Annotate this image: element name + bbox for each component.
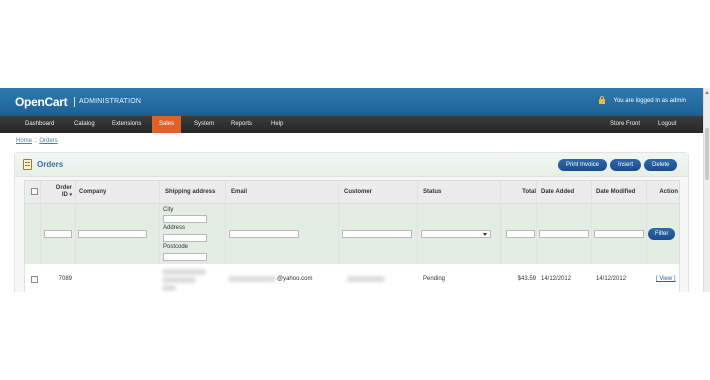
column-header-shipping-address[interactable]: Shipping address <box>165 181 229 203</box>
column-header-status[interactable]: Status <box>423 181 483 203</box>
column-header-total[interactable]: Total <box>503 181 536 203</box>
breadcrumb-orders[interactable]: Orders <box>39 138 57 144</box>
filter-order-id-input[interactable] <box>44 230 72 238</box>
filter-email-input[interactable] <box>229 230 299 238</box>
delete-button[interactable]: Delete <box>644 159 678 171</box>
filter-button[interactable]: Filter <box>648 228 676 240</box>
filter-postcode-input[interactable] <box>163 253 207 261</box>
column-header-order-id[interactable]: Order ID ▾ <box>48 181 72 203</box>
order-id-line-1: Order <box>55 185 72 191</box>
menu-item-catalog[interactable]: Catalog <box>67 116 102 133</box>
email-cell: @yahoo.com <box>277 276 313 282</box>
filter-city-label: City <box>163 207 174 213</box>
status-cell: Pending <box>423 276 446 282</box>
date-modified-cell: 14/12/2012 <box>596 276 627 282</box>
insert-button[interactable]: Insert <box>610 159 642 171</box>
total-cell: $43.59 <box>517 276 536 282</box>
admin-subtitle: ADMINISTRATION <box>79 98 142 105</box>
opencart-logo[interactable]: OpenCart <box>15 95 68 109</box>
redacted-customer-name <box>347 276 385 282</box>
redacted-shipping-address <box>162 277 196 283</box>
panel-heading: Orders Print Invoice Insert Delete <box>15 153 688 177</box>
menu-item-system[interactable]: System <box>187 116 221 133</box>
column-header-date-added[interactable]: Date Added <box>541 181 593 203</box>
filter-address-label: Address <box>163 225 186 231</box>
menu-item-extensions[interactable]: Extensions <box>105 116 148 133</box>
menu-item-help[interactable]: Help <box>264 116 290 133</box>
sort-arrow-icon: ▾ <box>69 192 72 198</box>
menu-item-logout[interactable]: Logout <box>651 116 683 133</box>
scrollbar-thumb[interactable] <box>705 128 709 180</box>
menu-item-dashboard[interactable]: Dashboard <box>18 116 61 133</box>
filter-row: City Address Postcode Filter <box>24 204 680 264</box>
admin-header: OpenCart ADMINISTRATION You are logged i… <box>0 88 703 116</box>
column-header-company[interactable]: Company <box>79 181 159 203</box>
logo-separator <box>74 97 75 107</box>
column-header-customer[interactable]: Customer <box>344 181 414 203</box>
login-status: You are logged in as admin <box>613 98 687 104</box>
lock-icon <box>599 96 605 104</box>
view-order-link[interactable]: [ View ] <box>656 264 676 292</box>
table-row: 7089 @yahoo.com Pending $43.59 14/12/201… <box>24 264 680 292</box>
scroll-up-arrow-icon[interactable] <box>705 91 709 94</box>
filter-company-input[interactable] <box>78 230 147 238</box>
redacted-email-user <box>228 276 276 282</box>
breadcrumb: Home:: Orders <box>16 138 58 144</box>
filter-address-input[interactable] <box>163 234 207 242</box>
filter-postcode-label: Postcode <box>163 244 189 250</box>
filter-date-added-input[interactable] <box>539 230 589 238</box>
column-header-action: Action <box>659 189 678 195</box>
page-title: Orders <box>37 160 64 169</box>
column-header-email[interactable]: Email <box>231 181 311 203</box>
menu-item-sales[interactable]: Sales <box>152 116 182 133</box>
filter-city-input[interactable] <box>163 215 207 223</box>
order-id-line-2: ID <box>61 192 68 198</box>
orders-panel: Orders Print Invoice Insert Delete Order… <box>14 152 689 292</box>
table-header: Order ID ▾ Company Shipping address Emai… <box>24 180 680 204</box>
chevron-down-icon <box>483 233 487 236</box>
filter-status-select[interactable] <box>421 230 491 238</box>
order-id-cell: 7089 <box>58 276 72 282</box>
filter-date-modified-input[interactable] <box>594 230 644 238</box>
filter-total-input[interactable] <box>506 230 535 238</box>
redacted-shipping-address <box>162 285 176 291</box>
main-menu: Dashboard Catalog Extensions Sales Syste… <box>0 116 703 133</box>
filter-customer-input[interactable] <box>342 230 412 238</box>
row-checkbox[interactable] <box>31 276 38 283</box>
print-invoice-button[interactable]: Print Invoice <box>558 159 608 171</box>
breadcrumb-home[interactable]: Home <box>16 138 32 144</box>
menu-item-reports[interactable]: Reports <box>224 116 259 133</box>
select-all-checkbox[interactable] <box>31 188 38 195</box>
column-header-date-modified[interactable]: Date Modified <box>596 181 648 203</box>
date-added-cell: 14/12/2012 <box>541 276 572 282</box>
menu-item-store-front[interactable]: Store Front <box>603 116 647 133</box>
page-scrollbar[interactable] <box>703 88 710 292</box>
admin-window: OpenCart ADMINISTRATION You are logged i… <box>0 88 710 292</box>
orders-icon <box>23 159 32 170</box>
redacted-shipping-address <box>162 269 206 275</box>
